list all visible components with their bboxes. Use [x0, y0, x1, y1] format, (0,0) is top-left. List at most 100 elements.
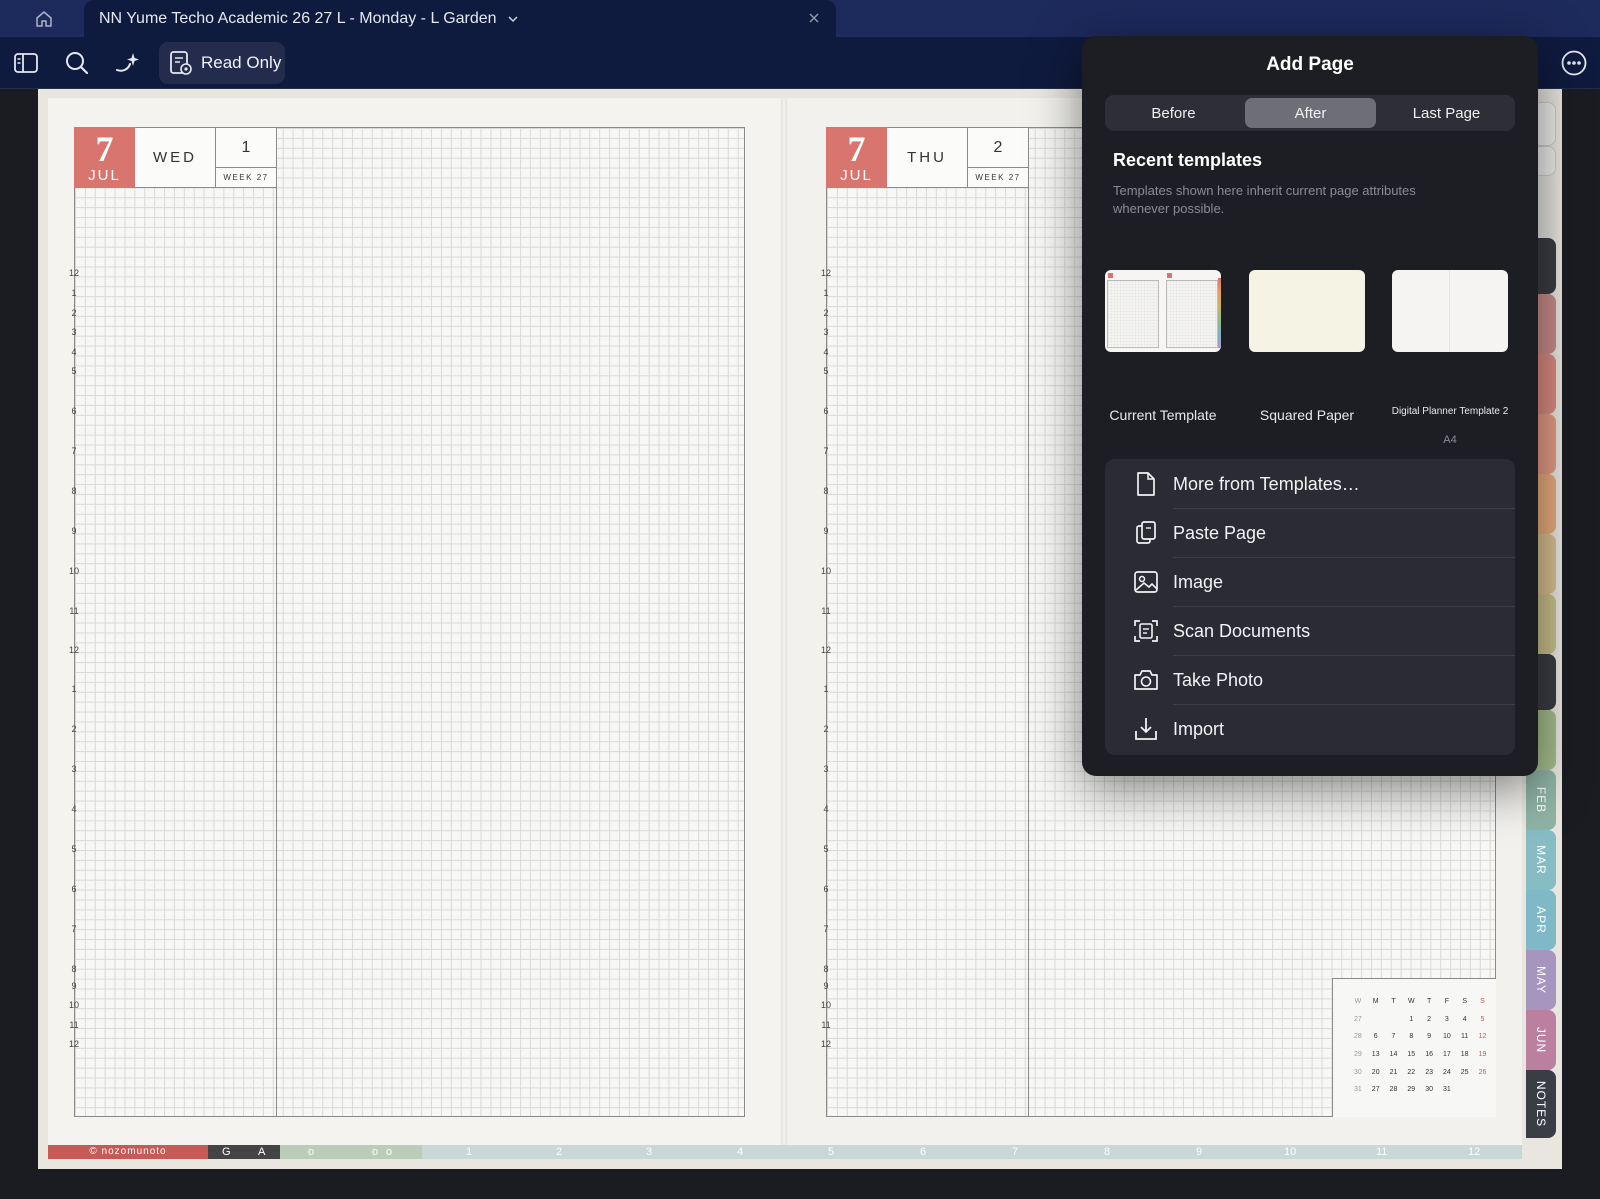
mini-calendar-cell: 31 — [1354, 1086, 1362, 1094]
mini-calendar-cell: 15 — [1407, 1051, 1416, 1059]
squared-paper-thumbnail[interactable] — [1249, 270, 1365, 352]
bottom-navigation-strip: © nozomunoto G A o o o 1 2 3 4 5 6 7 8 9… — [48, 1145, 1522, 1159]
hour-label: 8 — [71, 486, 77, 496]
left-weekday: WED — [135, 127, 216, 188]
strip-month-2[interactable]: 2 — [556, 1145, 562, 1159]
strip-month-5[interactable]: 5 — [828, 1145, 834, 1159]
mini-calendar-cell: 6 — [1373, 1033, 1378, 1041]
hour-label: 8 — [71, 964, 77, 974]
mini-calendar-cell: 18 — [1460, 1051, 1469, 1059]
mini-calendar-cell: 3 — [1444, 1015, 1449, 1023]
hour-label: 4 — [823, 804, 829, 814]
side-tab-may[interactable]: MAY — [1526, 950, 1556, 1010]
brand-label[interactable]: © nozomunoto — [48, 1145, 208, 1159]
mini-calendar-cell: F — [1444, 998, 1450, 1006]
left-week-number: 1 — [216, 128, 276, 168]
strip-circle[interactable]: o — [308, 1145, 314, 1159]
ai-assistant-icon[interactable] — [112, 47, 144, 79]
strip-letter-a[interactable]: A — [258, 1145, 265, 1159]
mini-calendar-cell: 21 — [1389, 1068, 1398, 1076]
hour-label: 8 — [823, 964, 829, 974]
mini-calendar-cell: 27 — [1371, 1086, 1380, 1094]
mini-calendar-row: WMTWTFSS — [1349, 993, 1491, 1011]
menu-scan-documents[interactable]: Scan Documents — [1105, 606, 1515, 655]
mini-calendar-cell: 25 — [1460, 1068, 1469, 1076]
segment-last-page[interactable]: Last Page — [1381, 98, 1512, 128]
right-schedule-divider — [1028, 127, 1030, 1117]
hour-label: 2 — [823, 724, 829, 734]
side-tab-label: FEB — [1534, 786, 1548, 814]
strip-letters: G A — [208, 1145, 280, 1159]
strip-month-10[interactable]: 10 — [1284, 1145, 1296, 1159]
segment-after[interactable]: After — [1245, 98, 1376, 128]
side-tab-feb[interactable]: FEB — [1526, 770, 1556, 830]
strip-month-4[interactable]: 4 — [737, 1145, 743, 1159]
strip-month-12[interactable]: 12 — [1468, 1145, 1480, 1159]
strip-month-7[interactable]: 7 — [1012, 1145, 1018, 1159]
right-date-number: 7 — [847, 129, 866, 169]
side-tab-apr[interactable]: APR — [1526, 890, 1556, 950]
strip-month-11[interactable]: 11 — [1376, 1145, 1387, 1159]
hour-label: 9 — [71, 526, 77, 536]
strip-circle[interactable]: o — [386, 1145, 392, 1159]
digital-planner-thumbnail[interactable] — [1392, 270, 1508, 352]
import-icon — [1133, 716, 1159, 742]
menu-label: Scan Documents — [1173, 621, 1311, 641]
strip-letter-g[interactable]: G — [222, 1145, 231, 1159]
menu-take-photo[interactable]: Take Photo — [1105, 655, 1515, 704]
right-date-box: 7 JUL — [826, 127, 887, 188]
mini-calendar-cell: 26 — [1478, 1068, 1487, 1076]
side-tab-jun[interactable]: JUN — [1526, 1010, 1556, 1070]
strip-circles: o o o — [280, 1145, 422, 1159]
mini-calendar-cell: 2 — [1427, 1015, 1432, 1023]
side-tab-notes[interactable]: NOTES — [1526, 1070, 1556, 1138]
current-template-label[interactable]: Current Template — [1093, 407, 1233, 423]
hour-label: 3 — [71, 327, 77, 337]
home-icon[interactable] — [28, 6, 60, 32]
hour-label: 5 — [71, 844, 77, 854]
mini-calendar-cell: 27 — [1354, 1015, 1362, 1023]
segment-before[interactable]: Before — [1108, 98, 1239, 128]
hour-label: 10 — [820, 1000, 831, 1010]
more-options-icon[interactable] — [1558, 47, 1590, 79]
current-template-thumbnail[interactable] — [1105, 270, 1221, 352]
mini-calendar-cell: 5 — [1480, 1015, 1485, 1023]
mini-calendar-cell: 23 — [1425, 1068, 1433, 1076]
strip-month-3[interactable]: 3 — [646, 1145, 652, 1159]
document-icon — [1133, 471, 1159, 497]
right-month: JUL — [840, 167, 873, 184]
document-tab[interactable]: NN Yume Techo Academic 26 27 L - Monday … — [84, 0, 836, 37]
left-page-grid — [74, 127, 745, 1117]
hour-label: 8 — [823, 486, 829, 496]
menu-more-from-templates[interactable]: More from Templates… — [1105, 459, 1515, 508]
read-only-button[interactable]: Read Only — [159, 42, 285, 84]
strip-month-8[interactable]: 8 — [1104, 1145, 1110, 1159]
hour-label: 2 — [71, 308, 77, 318]
chevron-down-icon[interactable] — [507, 15, 519, 23]
hour-label: 5 — [823, 844, 829, 854]
left-week-box: 1 WEEK 27 — [216, 127, 277, 188]
mini-calendar-cell: 9 — [1427, 1033, 1432, 1041]
menu-image[interactable]: Image — [1105, 557, 1515, 606]
squared-paper-label[interactable]: Squared Paper — [1237, 407, 1377, 423]
hour-label: 6 — [71, 406, 77, 416]
menu-paste-page[interactable]: Paste Page — [1105, 508, 1515, 557]
sidebar-toggle-icon[interactable] — [10, 47, 42, 79]
mini-calendar-cell: 29 — [1407, 1086, 1416, 1094]
insert-position-segmented-control: Before After Last Page — [1105, 95, 1515, 131]
read-only-icon — [170, 51, 192, 75]
strip-circle[interactable]: o — [372, 1145, 378, 1159]
strip-month-9[interactable]: 9 — [1196, 1145, 1202, 1159]
right-week-label: WEEK 27 — [975, 173, 1021, 182]
hour-label: 1 — [823, 684, 829, 694]
hour-label: 2 — [71, 724, 77, 734]
strip-month-1[interactable]: 1 — [466, 1145, 472, 1159]
left-schedule-divider — [276, 127, 278, 1117]
side-tab-mar[interactable]: MAR — [1526, 830, 1556, 890]
strip-month-6[interactable]: 6 — [920, 1145, 926, 1159]
right-weekday: THU — [887, 127, 968, 188]
digital-planner-size: A4 — [1443, 434, 1457, 446]
hour-label: 10 — [68, 1000, 79, 1010]
digital-planner-label[interactable]: Digital Planner Template 2 — [1380, 406, 1520, 417]
menu-import[interactable]: Import — [1105, 704, 1515, 753]
